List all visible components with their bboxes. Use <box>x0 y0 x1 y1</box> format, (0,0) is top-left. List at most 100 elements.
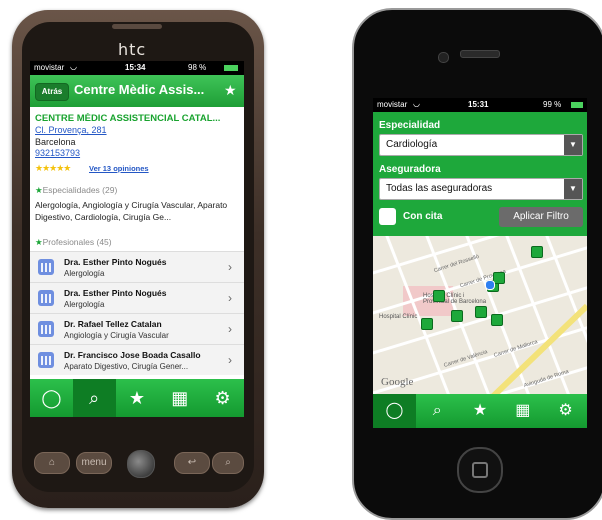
wifi-icon: ◡ <box>413 99 420 108</box>
search-icon: ⌕ <box>89 388 100 408</box>
page-title: Centre Mèdic Assis... <box>74 82 205 97</box>
filter-panel: Especialidad Cardiología ▼ Aseguradora T… <box>373 112 587 236</box>
appointment-checkbox[interactable] <box>379 208 396 225</box>
time-label: 15:31 <box>468 100 489 109</box>
tab-favorites[interactable]: ★ <box>459 394 502 428</box>
insurer-value: Todas las aseguradoras <box>386 183 493 194</box>
iphone-home-button[interactable] <box>457 447 503 493</box>
tab-bar: ◯ ⌕ ★ ▦ ⚙ <box>373 394 587 428</box>
carrier-label: movistar <box>34 63 65 72</box>
chevron-right-icon: › <box>228 291 232 305</box>
city-label: Barcelona <box>35 137 76 147</box>
map-pin-icon[interactable] <box>475 306 487 318</box>
map-pin-icon[interactable] <box>451 310 463 322</box>
professional-name: Dra. Esther Pinto Nogués <box>64 257 167 267</box>
carrier-label: movistar <box>377 100 408 109</box>
map-label: Hospital Clínic <box>379 314 418 320</box>
tab-settings[interactable]: ⚙ <box>201 379 244 417</box>
opinions-link[interactable]: Ver 13 opiniones <box>89 164 149 173</box>
centre-name: CENTRE MÈDIC ASSISTENCIAL CATAL... <box>35 113 221 124</box>
chevron-down-icon: ▼ <box>564 135 582 155</box>
insurer-label: Aseguradora <box>379 164 441 175</box>
status-bar: movistar ◡ 15:31 99 % <box>373 98 587 112</box>
home-hw-button[interactable]: ⌂ <box>34 452 70 474</box>
htc-logo: htc <box>118 40 147 59</box>
trackball[interactable] <box>127 450 155 478</box>
professional-name: Dr. Francisco Jose Boada Casallo <box>64 350 201 360</box>
home-icon: ⌂ <box>48 457 56 468</box>
professionals-heading: ★Profesionales (45) <box>35 237 112 248</box>
professional-specialty: Aparato Digestivo, Cirugía Gener... <box>64 362 189 371</box>
map-pin-icon[interactable] <box>421 318 433 330</box>
specialties-heading: ★Especialidades (29) <box>35 185 117 196</box>
gear-icon: ⚙ <box>558 402 573 419</box>
professional-name: Dra. Esther Pinto Nogués <box>64 288 167 298</box>
wifi-icon: ◡ <box>70 62 77 71</box>
checkbox-label: Con cita <box>403 211 443 222</box>
nav-bar: Atrás Centre Mèdic Assis... ★ <box>30 75 244 107</box>
list-item[interactable]: Dra. Esther Pinto Nogués Alergología › <box>30 251 244 282</box>
map-view[interactable]: Hospital Clínic Hospital Clínic i Provin… <box>373 236 587 394</box>
tab-location[interactable]: ◯ <box>30 379 73 417</box>
professionals-title: Profesionales (45) <box>42 237 112 247</box>
professional-specialty: Alergología <box>64 269 105 278</box>
map-pin-icon[interactable] <box>531 246 543 258</box>
calendar-icon <box>38 352 54 368</box>
list-item[interactable]: Dr. Francisco Jose Boada Casallo Aparato… <box>30 344 244 375</box>
address-link[interactable]: Cl. Provença, 281 <box>35 125 107 135</box>
specialty-value: Cardiología <box>386 139 438 150</box>
battery-label: 98 % <box>188 63 207 72</box>
star-icon: ★ <box>472 402 488 419</box>
back-button[interactable]: Atrás <box>35 83 69 101</box>
list-item[interactable]: Dr. Rafael Tellez Catalan Angiología y C… <box>30 313 244 344</box>
tab-search[interactable]: ⌕ <box>72 379 116 417</box>
chevron-down-icon: ▼ <box>564 179 582 199</box>
chevron-right-icon: › <box>228 260 232 274</box>
back-arrow-icon: ↩ <box>187 457 197 468</box>
chevron-right-icon: › <box>228 353 232 367</box>
status-bar: movistar ◡ 15:34 98 % <box>30 61 244 75</box>
calendar-icon <box>38 259 54 275</box>
apply-filter-button[interactable]: Aplicar Filtro <box>499 207 583 227</box>
tab-calendar[interactable]: ▦ <box>501 394 544 428</box>
time-label: 15:34 <box>125 63 146 72</box>
battery-icon <box>571 102 583 108</box>
phone-link[interactable]: 932153793 <box>35 148 80 158</box>
search-icon: ⌕ <box>432 402 442 419</box>
professional-specialty: Alergología <box>64 300 105 309</box>
chevron-right-icon: › <box>228 322 232 336</box>
map-pin-icon[interactable] <box>491 314 503 326</box>
menu-hw-button[interactable]: menu <box>76 452 112 474</box>
star-icon: ★ <box>128 388 146 408</box>
professional-name: Dr. Rafael Tellez Catalan <box>64 319 162 329</box>
camera-lens <box>438 52 449 63</box>
iphone-speaker <box>460 50 500 58</box>
tab-settings[interactable]: ⚙ <box>544 394 587 428</box>
list-item[interactable]: Dra. Esther Pinto Nogués Alergología › <box>30 282 244 313</box>
tab-favorites[interactable]: ★ <box>116 379 159 417</box>
back-hw-button[interactable]: ↩ <box>174 452 210 474</box>
insurer-select[interactable]: Todas las aseguradoras ▼ <box>379 178 583 200</box>
bullet-star-icon: ★ <box>35 185 43 195</box>
iphone-screen: movistar ◡ 15:31 99 % Especialidad Cardi… <box>373 98 587 428</box>
bullet-star-icon: ★ <box>35 237 43 247</box>
specialties-title: Especialidades (29) <box>42 185 118 195</box>
calendar-icon: ▦ <box>515 402 531 419</box>
calendar-icon <box>38 290 54 306</box>
google-logo: Google <box>381 376 414 388</box>
specialties-text: Alergología, Angiología y Cirugía Vascul… <box>35 200 228 222</box>
tab-location[interactable]: ◯ <box>373 394 416 428</box>
location-icon: ◯ <box>41 388 62 408</box>
gear-icon: ⚙ <box>214 388 231 408</box>
specialty-label: Especialidad <box>379 120 441 131</box>
specialty-select[interactable]: Cardiología ▼ <box>379 134 583 156</box>
tab-search[interactable]: ⌕ <box>416 394 459 428</box>
search-hw-button[interactable]: ⌕ <box>212 452 244 474</box>
calendar-icon: ▦ <box>171 388 189 408</box>
map-pin-icon[interactable] <box>433 290 445 302</box>
favorite-star-icon[interactable]: ★ <box>224 82 240 100</box>
tab-calendar[interactable]: ▦ <box>158 379 201 417</box>
tab-bar: ◯ ⌕ ★ ▦ ⚙ <box>30 379 244 417</box>
rating-stars: ★★★★★ <box>35 163 71 173</box>
battery-icon <box>224 65 238 71</box>
